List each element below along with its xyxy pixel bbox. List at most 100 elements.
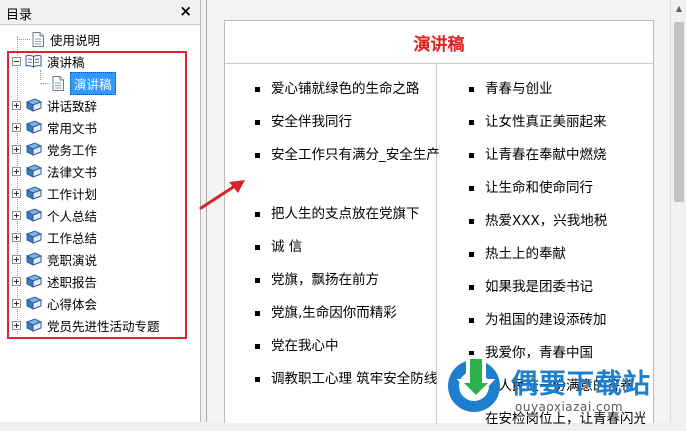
open-book-icon [25,54,42,68]
bullet [469,252,474,257]
book-icon [25,164,42,178]
tree-connector [40,82,50,84]
bullet [255,153,260,158]
article-link[interactable]: 让生命和使命同行 [469,177,663,200]
tree-connector [17,38,30,40]
document-icon [52,75,64,91]
collapse-toggle[interactable] [12,56,21,66]
catalog-pane: 目录 × 使用说明 演讲稿 演讲稿 讲话致辞 常用文书 党务工作 法律文书 工作… [0,0,201,422]
tree-item-campaign-speeches[interactable]: 竞职演说 [12,248,97,270]
tree-item-label: 个人总结 [47,208,98,224]
article-link[interactable]: 青春与创业 [469,78,663,101]
article-link[interactable]: 热土上的奉献 [469,243,663,266]
bullet [255,212,260,217]
article-link[interactable]: 安全工作只有满分_安全生产 [255,144,449,167]
book-icon [25,274,42,288]
bullet [469,120,474,125]
tree-item-label: 使用说明 [50,32,101,48]
tree-item-speech-drafts[interactable]: 演讲稿 [12,50,85,72]
article-link[interactable]: 热爱XXX，兴我地税 [469,210,663,233]
article-link[interactable]: 安全伴我同行 [255,111,449,134]
tree-item-label: 竞职演说 [47,252,98,268]
bullet [255,245,260,250]
tree-item-work-plans[interactable]: 工作计划 [12,182,97,204]
expand-toggle[interactable] [12,210,21,220]
watermark-brand-name: 偶要下载站 [511,369,651,400]
tree-item-label: 演讲稿 [47,54,85,70]
bullet [469,318,474,323]
article-link[interactable]: 如果我是团委书记 [469,276,663,299]
expand-toggle[interactable] [12,298,21,308]
tree-item-label: 工作计划 [47,186,98,202]
bullet [469,285,474,290]
book-icon [25,318,42,332]
article-link[interactable]: 党在我心中 [255,335,449,358]
scrollbar-thumb[interactable] [674,22,684,202]
tree-item-usage-guide[interactable]: 使用说明 [17,28,100,50]
catalog-title: 目录 [6,8,33,23]
tree-item-label: 心得体会 [47,296,98,312]
article-link[interactable]: 为祖国的建设添砖加 [469,309,663,332]
tree-item-label: 党员先进性活动专题 [47,318,160,334]
book-icon [25,142,42,156]
bullet [469,153,474,158]
expand-toggle[interactable] [12,232,21,242]
catalog-header: 目录 × [0,0,200,25]
tree-item-speeches[interactable]: 讲话致辞 [12,94,97,116]
tree-item-speech-drafts-doc[interactable]: 演讲稿 [40,71,116,95]
bullet [469,87,474,92]
site-watermark: 偶要下载站 ouyaoxiazai.com [445,352,686,422]
expand-toggle[interactable] [12,100,21,110]
watermark-domain: ouyaoxiazai.com [515,400,624,414]
article-link[interactable]: 诚 信 [255,236,449,259]
brand-logo-icon [448,355,500,412]
bullet [255,120,260,125]
expand-toggle[interactable] [12,122,21,132]
expand-toggle[interactable] [12,320,21,330]
expand-toggle[interactable] [12,188,21,198]
tree-item-reflections[interactable]: 心得体会 [12,292,97,314]
tree-item-common-documents[interactable]: 常用文书 [12,116,97,138]
document-icon [32,31,44,47]
tree-item-legal-documents[interactable]: 法律文书 [12,160,97,182]
expand-toggle[interactable] [12,254,21,264]
tree-item-work-reports[interactable]: 述职报告 [12,270,97,292]
tree-item-label: 工作总结 [47,230,98,246]
bullet [469,186,474,191]
book-icon [25,296,42,310]
book-icon [25,186,42,200]
tree-item-label: 法律文书 [47,164,98,180]
expand-toggle[interactable] [12,144,21,154]
article-link[interactable]: 让青春在奉献中燃烧 [469,144,663,167]
bullet [255,278,260,283]
bullet [255,344,260,349]
book-icon [25,230,42,244]
article-link[interactable]: 党旗，飘扬在前方 [255,269,449,292]
book-icon [25,98,42,112]
scroll-up-arrow-icon[interactable]: ▲ [671,0,686,16]
article-link[interactable]: 爱心铺就绿色的生命之路 [255,78,449,101]
tree-item-label: 述职报告 [47,274,98,290]
tree-item-label: 党务工作 [47,142,98,158]
expand-toggle[interactable] [12,166,21,176]
article-link[interactable]: 调教职工心理 筑牢安全防线 [255,368,449,391]
tree-item-personal-summaries[interactable]: 个人总结 [12,204,97,226]
book-icon [25,252,42,266]
tree-item-label: 常用文书 [47,120,98,136]
tree-item-work-summaries[interactable]: 工作总结 [12,226,97,248]
book-icon [25,120,42,134]
tree-item-party-activity-topics[interactable]: 党员先进性活动专题 [12,314,160,336]
tree-item-party-affairs[interactable]: 党务工作 [12,138,97,160]
book-icon [25,208,42,222]
bullet [469,219,474,224]
expand-toggle[interactable] [12,276,21,286]
bullet [255,377,260,382]
bullet [255,87,260,92]
article-link[interactable]: 让女性真正美丽起来 [469,111,663,134]
article-link[interactable]: 党旗,生命因你而精彩 [255,302,449,325]
article-link[interactable]: 把人生的支点放在党旗下 [255,203,449,226]
tree-item-label: 讲话致辞 [47,98,98,114]
close-icon[interactable]: × [179,2,192,20]
document-title: 演讲稿 [225,21,653,64]
bullet [255,311,260,316]
